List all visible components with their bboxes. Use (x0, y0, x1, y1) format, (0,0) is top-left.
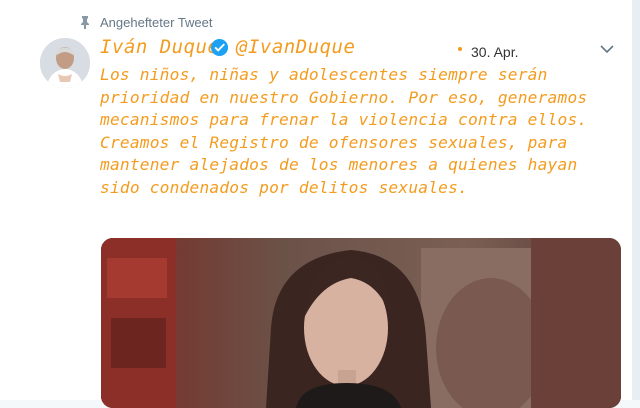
avatar[interactable] (40, 38, 90, 88)
scrollbar[interactable] (632, 0, 640, 400)
tweet-date[interactable]: 30. Apr. (471, 44, 518, 60)
pinned-tweet-label: Angehefteter Tweet (78, 13, 213, 31)
pinned-label-text: Angehefteter Tweet (100, 14, 213, 30)
pin-icon (81, 16, 89, 29)
media-image (101, 238, 621, 408)
author-handle[interactable]: @IvanDuque (236, 36, 355, 58)
tweet-media[interactable] (101, 238, 621, 408)
tweet-header: Iván Duque @IvanDuque 30. Apr. (100, 34, 614, 62)
avatar-image (40, 38, 90, 88)
separator-dot (458, 47, 462, 51)
chevron-down-icon[interactable] (600, 44, 614, 54)
verified-badge-icon (210, 38, 229, 57)
author-name[interactable]: Iván Duque (100, 36, 219, 58)
tweet-text: Los niños, niñas y adolescentes siempre … (100, 65, 588, 197)
timeline-panel: Angehefteter Tweet Iván Duque @IvanDuque… (0, 0, 632, 408)
